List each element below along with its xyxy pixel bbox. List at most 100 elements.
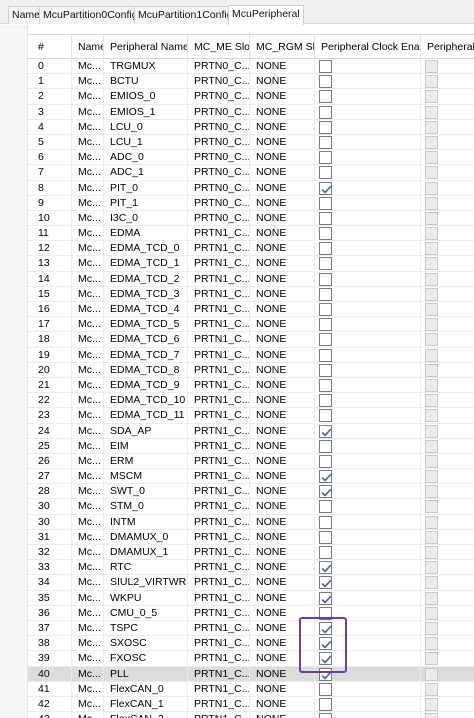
column-header-index[interactable]: # [28,35,72,59]
clock-enable-checkbox[interactable] [319,166,332,180]
clock-enable-checkbox[interactable] [319,530,332,544]
row-mc-me-slot[interactable]: PRTN0_C... [188,104,250,120]
table-row[interactable]: 16 Mc... EDMA_TCD_4 PRTN1_C... NONE [28,302,474,318]
clock-enable-checkbox[interactable] [319,135,332,149]
table-row[interactable]: 3 Mc... EMIOS_1 PRTN0_C... NONE [28,104,474,120]
row-mc-rgm-slot[interactable]: NONE [250,651,315,667]
clock-enable-checkbox[interactable] [319,652,332,666]
table-row[interactable]: 22 Mc... EDMA_TCD_10 PRTN1_C... NONE [28,393,474,409]
table-row[interactable]: 40 Mc... PLL PRTN1_C... NONE [28,666,474,682]
clock-enable-checkbox[interactable] [319,591,332,605]
row-mc-rgm-slot[interactable]: NONE [250,150,315,166]
table-row[interactable]: 17 Mc... EDMA_TCD_5 PRTN1_C... NONE [28,317,474,333]
table-row[interactable]: 24 Mc... SDA_AP PRTN1_C... NONE [28,423,474,439]
clock-enable-checkbox[interactable] [319,682,332,696]
table-row[interactable]: 9 Mc... PIT_1 PRTN0_C... NONE [28,195,474,211]
clock-enable-checkbox[interactable] [319,303,332,316]
row-mc-rgm-slot[interactable]: NONE [250,393,315,409]
row-mc-me-slot[interactable]: PRTN0_C... [188,74,250,90]
row-mc-rgm-slot[interactable]: NONE [250,666,315,682]
row-mc-me-slot[interactable]: PRTN0_C... [188,210,250,226]
row-mc-me-slot[interactable]: PRTN0_C... [188,59,250,74]
table-row[interactable]: 11 Mc... EDMA PRTN1_C... NONE [28,226,474,242]
clock-enable-checkbox[interactable] [319,394,332,408]
table-row[interactable]: 30 Mc... INTM PRTN1_C... NONE [28,514,474,530]
row-mc-rgm-slot[interactable]: NONE [250,195,315,211]
row-mc-rgm-slot[interactable]: NONE [250,423,315,439]
table-row[interactable]: 5 Mc... LCU_1 PRTN0_C... NONE [28,134,474,151]
row-mc-rgm-slot[interactable]: NONE [250,545,315,560]
row-mc-rgm-slot[interactable]: NONE [250,620,315,636]
clock-enable-checkbox[interactable] [319,348,332,362]
row-mc-me-slot[interactable]: PRTN0_C... [188,180,250,196]
row-mc-rgm-slot[interactable]: NONE [250,317,315,333]
column-header-peripheral-clock-enable[interactable]: Peripheral Clock Enable [315,35,421,59]
clock-enable-checkbox[interactable] [319,257,332,271]
row-mc-me-slot[interactable]: PRTN1_C... [188,499,250,515]
row-mc-rgm-slot[interactable]: NONE [250,180,315,196]
row-mc-me-slot[interactable]: PRTN1_C... [188,362,250,378]
row-mc-me-slot[interactable]: PRTN1_C... [188,545,250,560]
row-mc-rgm-slot[interactable]: NONE [250,560,315,576]
row-mc-rgm-slot[interactable]: NONE [250,241,315,257]
column-header-name[interactable]: Name [72,35,104,59]
row-mc-rgm-slot[interactable]: NONE [250,605,315,621]
row-mc-rgm-slot[interactable]: NONE [250,681,315,697]
row-mc-me-slot[interactable]: PRTN1_C... [188,605,250,621]
table-row[interactable]: 37 Mc... TSPC PRTN1_C... NONE [28,620,474,637]
clock-enable-checkbox[interactable] [319,713,332,718]
clock-enable-checkbox[interactable] [319,697,332,711]
row-mc-me-slot[interactable]: PRTN1_C... [188,393,250,409]
clock-enable-checkbox[interactable] [319,60,332,73]
row-mc-rgm-slot[interactable]: NONE [250,377,315,393]
clock-enable-checkbox[interactable] [319,105,332,119]
clock-enable-checkbox[interactable] [319,90,332,104]
clock-enable-checkbox[interactable] [319,409,332,423]
row-mc-me-slot[interactable]: PRTN0_C... [188,119,250,135]
clock-enable-checkbox[interactable] [319,546,332,559]
row-mc-me-slot[interactable]: PRTN1_C... [188,438,250,454]
table-row[interactable]: 14 Mc... EDMA_TCD_2 PRTN1_C... NONE [28,271,474,287]
clock-enable-checkbox[interactable] [319,75,332,89]
row-mc-rgm-slot[interactable]: NONE [250,165,315,181]
clock-enable-checkbox[interactable] [319,424,332,438]
row-mc-rgm-slot[interactable]: NONE [250,636,315,652]
row-mc-me-slot[interactable]: PRTN0_C... [188,165,250,181]
clock-enable-checkbox[interactable] [319,606,332,620]
table-row[interactable]: 41 Mc... FlexCAN_0 PRTN1_C... NONE [28,681,474,697]
clock-enable-checkbox[interactable] [319,515,332,529]
clock-enable-checkbox[interactable] [319,181,332,195]
table-row[interactable]: 42 Mc... FlexCAN_1 PRTN1_C... NONE [28,696,474,713]
row-mc-rgm-slot[interactable]: NONE [250,210,315,226]
row-mc-rgm-slot[interactable]: NONE [250,590,315,606]
table-row[interactable]: 6 Mc... ADC_0 PRTN0_C... NONE [28,150,474,166]
row-mc-me-slot[interactable]: PRTN0_C... [188,89,250,105]
table-row[interactable]: 25 Mc... EIM PRTN1_C... NONE [28,438,474,454]
table-row[interactable]: 34 Mc... SIUL2_VIRTWR... PRTN1_C... NONE [28,575,474,591]
table-row[interactable]: 27 Mc... MSCM PRTN1_C... NONE [28,469,474,485]
clock-enable-checkbox[interactable] [319,272,332,286]
row-mc-rgm-slot[interactable]: NONE [250,286,315,302]
row-mc-rgm-slot[interactable]: NONE [250,74,315,90]
table-row[interactable]: 13 Mc... EDMA_TCD_1 PRTN1_C... NONE [28,256,474,272]
row-mc-rgm-slot[interactable]: NONE [250,453,315,469]
clock-enable-checkbox[interactable] [319,287,332,301]
row-mc-me-slot[interactable]: PRTN1_C... [188,377,250,393]
table-row[interactable]: 7 Mc... ADC_1 PRTN0_C... NONE [28,165,474,181]
table-row[interactable]: 19 Mc... EDMA_TCD_7 PRTN1_C... NONE [28,347,474,363]
row-mc-rgm-slot[interactable]: NONE [250,484,315,500]
clock-enable-checkbox[interactable] [319,151,332,165]
row-mc-me-slot[interactable]: PRTN1_C... [188,712,250,718]
table-row[interactable]: 15 Mc... EDMA_TCD_3 PRTN1_C... NONE [28,286,474,302]
table-row[interactable]: 4 Mc... LCU_0 PRTN0_C... NONE [28,119,474,135]
clock-enable-checkbox[interactable] [319,242,332,256]
table-row[interactable]: 8 Mc... PIT_0 PRTN0_C... NONE [28,180,474,196]
row-mc-me-slot[interactable]: PRTN1_C... [188,529,250,545]
row-mc-rgm-slot[interactable]: NONE [250,226,315,242]
clock-enable-checkbox[interactable] [319,227,332,241]
row-mc-me-slot[interactable]: PRTN1_C... [188,302,250,317]
table-row[interactable]: 35 Mc... WKPU PRTN1_C... NONE [28,590,474,606]
row-mc-me-slot[interactable]: PRTN1_C... [188,651,250,667]
row-mc-rgm-slot[interactable]: NONE [250,696,315,712]
row-mc-me-slot[interactable]: PRTN1_C... [188,256,250,272]
